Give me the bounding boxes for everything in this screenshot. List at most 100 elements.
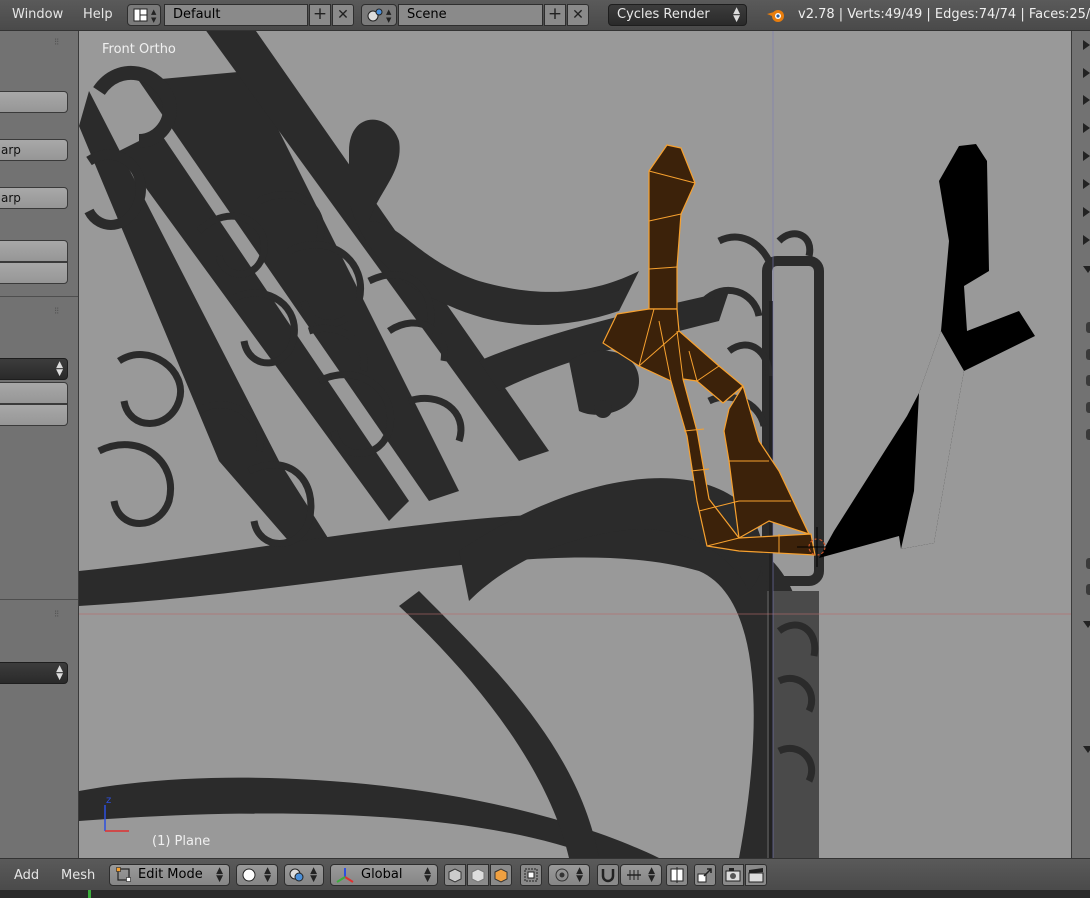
face-select-icon [494,868,508,883]
menu-add[interactable]: Add [14,868,39,883]
magnet-icon [601,869,615,883]
timeline-edge [0,890,1090,898]
close-icon: ✕ [572,7,584,23]
menu-window[interactable]: Window [12,7,63,22]
panel-expand-icon[interactable] [1083,40,1090,50]
tool-dropdown-1[interactable]: ▲ ▼ [0,358,68,380]
3d-viewport[interactable]: Front Ortho (1) Plane z [79,31,1071,858]
add-layout-button[interactable]: + [309,4,331,26]
proportional-edit-icon [555,868,569,882]
svg-text:▲: ▲ [151,8,157,16]
panel-expand-icon[interactable] [1083,68,1090,78]
checkbox[interactable] [1086,402,1090,413]
checkbox[interactable] [1086,349,1090,360]
axis-gizmo-icon [104,805,129,832]
tool-button-5[interactable] [0,262,68,284]
plus-icon: + [312,4,328,24]
checkbox[interactable] [1086,558,1090,569]
proportional-editing-dropdown[interactable]: ▲ ▼ [548,864,590,886]
panel-expand-icon[interactable] [1083,207,1090,217]
checkbox[interactable] [1086,429,1090,440]
remove-layout-button[interactable]: ✕ [332,4,354,26]
svg-text:▼: ▼ [386,16,392,24]
updown-arrows-icon: ▲ ▼ [648,866,655,884]
panel-expand-icon[interactable] [1083,151,1090,161]
plus-icon: + [547,4,563,24]
limit-selection-button[interactable] [520,864,542,886]
tool-button-4[interactable] [0,240,68,262]
tool-button-label: arp [1,191,21,205]
pivot-icon [289,868,304,882]
panel-grip[interactable]: ⁝⁝ [54,37,59,48]
menu-help[interactable]: Help [83,7,113,22]
snap-toggle-button[interactable] [597,864,619,886]
blender-logo-icon [767,10,784,22]
object-label: (1) Plane [152,834,211,849]
mode-dropdown[interactable]: Edit Mode ▲ ▼ [109,864,230,886]
edge-select-button[interactable] [467,864,489,886]
viewport-header: Add Mesh Edit Mode ▲ ▼ ▲ ▼ ▲ ▼ Global ▲ ▼ [0,858,1090,891]
edit-mesh[interactable] [79,31,1071,858]
opengl-render-button[interactable] [722,864,744,886]
panel-collapse-icon[interactable] [1083,266,1090,273]
panel-collapse-icon[interactable] [1083,746,1090,753]
viewport-shading-dropdown[interactable]: ▲ ▼ [236,864,278,886]
tool-field-1[interactable] [0,382,68,404]
tool-field-2[interactable] [0,404,68,426]
panel-expand-icon[interactable] [1083,235,1090,245]
auto-merge-icon [697,868,712,883]
scene-label: Scene [407,7,447,22]
add-scene-button[interactable]: + [544,4,566,26]
panel-expand-icon[interactable] [1083,123,1090,133]
panel-expand-icon[interactable] [1083,95,1090,105]
tool-button-label: arp [1,143,21,157]
pivot-point-dropdown[interactable]: ▲ ▼ [284,864,324,886]
screen-layout-name[interactable]: Default [164,4,308,26]
panel-expand-icon[interactable] [1083,179,1090,189]
checkbox[interactable] [1086,322,1090,333]
tool-button-1[interactable] [0,91,68,113]
updown-arrows-icon: ▲ ▼ [56,360,63,378]
clapperboard-icon [748,868,764,883]
panel-grip[interactable]: ⁝⁝ [54,306,59,317]
transform-manipulator-icon [336,868,354,883]
tool-shelf: ⁝⁝ arp arp ⁝⁝ ▲ ▼ ⁝⁝ ▲ ▼ [0,31,79,858]
checkbox[interactable] [1086,375,1090,386]
camera-icon [725,868,741,882]
edge-select-icon [471,868,485,883]
tool-dropdown-2[interactable]: ▲ ▼ [0,662,68,684]
layout-grid-icon: ▲ ▼ [133,8,157,24]
panel-divider [0,296,78,297]
info-header: Window Help ▲ ▼ Default + ✕ ▲ ▼ Scene + … [0,0,1090,31]
screen-layout-selector[interactable]: ▲ ▼ [127,4,161,26]
snap-target-button[interactable] [666,864,688,886]
tool-button-2[interactable]: arp [0,139,68,161]
screen-layout-label: Default [173,7,221,22]
updown-arrows-icon: ▲ ▼ [424,866,431,884]
scene-name[interactable]: Scene [398,4,543,26]
vertex-select-icon [448,868,462,883]
render-engine-dropdown[interactable]: Cycles Render ▲ ▼ [608,4,747,26]
scene-icon: ▲ ▼ [367,8,392,24]
render-engine-label: Cycles Render [617,7,710,22]
snap-increment-icon [627,870,641,880]
snap-element-dropdown[interactable]: ▲ ▼ [620,864,662,886]
view-label: Front Ortho [102,42,176,57]
occlude-geometry-icon [524,868,538,882]
face-select-button[interactable] [490,864,512,886]
transform-orientation-dropdown[interactable]: Global ▲ ▼ [330,864,438,886]
scene-selector[interactable]: ▲ ▼ [361,4,397,26]
snap-target-icon [670,867,684,883]
current-frame-marker [88,890,91,898]
tool-button-3[interactable]: arp [0,187,68,209]
solid-shading-icon [242,868,256,882]
vertex-select-button[interactable] [444,864,466,886]
checkbox[interactable] [1086,584,1090,595]
panel-grip[interactable]: ⁝⁝ [54,609,59,620]
auto-merge-button[interactable] [694,864,716,886]
panel-collapse-icon[interactable] [1083,621,1090,628]
scene-statistics: v2.78 | Verts:49/49 | Edges:74/74 | Face… [798,7,1090,22]
remove-scene-button[interactable]: ✕ [567,4,589,26]
opengl-animation-button[interactable] [745,864,767,886]
menu-mesh[interactable]: Mesh [61,868,95,883]
